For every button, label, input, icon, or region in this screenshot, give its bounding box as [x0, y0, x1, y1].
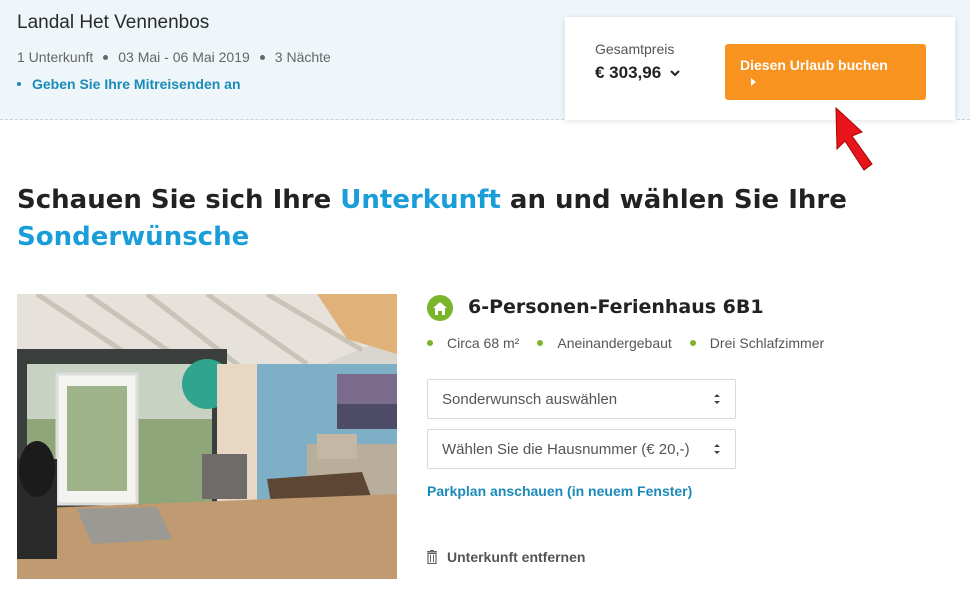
- select-arrows-icon: [714, 394, 720, 404]
- feature-item: Aneinandergebaut: [537, 335, 672, 351]
- travelers-link[interactable]: Geben Sie Ihre Mitreisenden an: [17, 76, 241, 92]
- bullet-dot: [427, 340, 433, 346]
- headline-highlight-accommodation: Unterkunft: [340, 185, 501, 215]
- headline-highlight-special-requests: Sonderwünsche: [17, 222, 250, 252]
- special-request-select-value[interactable]: Sonderwunsch auswählen: [442, 391, 617, 408]
- feature-type: Aneinandergebaut: [557, 335, 672, 351]
- feature-item: Drei Schlafzimmer: [689, 335, 825, 351]
- booking-meta: 1 Unterkunft 03 Mai - 06 Mai 2019 3 Näch…: [17, 49, 331, 65]
- house-icon: [427, 295, 453, 321]
- book-holiday-button[interactable]: Diesen Urlaub buchen: [725, 44, 926, 100]
- house-features: Circa 68 m² Aneinandergebaut Drei Schlaf…: [427, 335, 842, 351]
- headline-text-2: an und wählen Sie Ihre: [500, 185, 847, 215]
- house-title: 6-Personen-Ferienhaus 6B1: [468, 296, 764, 318]
- book-button-label[interactable]: Diesen Urlaub buchen: [740, 57, 888, 73]
- headline-text-1: Schauen Sie sich Ihre: [17, 185, 341, 215]
- total-price-toggle[interactable]: € 303,96: [595, 63, 681, 83]
- park-name: Landal Het Vennenbos: [17, 12, 210, 33]
- feature-size: Circa 68 m²: [447, 335, 520, 351]
- remove-accommodation-button[interactable]: Unterkunft entfernen: [426, 549, 585, 565]
- page-headline: Schauen Sie sich Ihre Unterkunft an und …: [17, 182, 897, 256]
- special-request-select[interactable]: Sonderwunsch auswählen: [427, 379, 736, 419]
- separator-dot: [103, 54, 109, 60]
- feature-bedrooms: Drei Schlafzimmer: [709, 335, 825, 351]
- play-arrow-icon: [751, 78, 756, 86]
- price-card: Gesamtpreis € 303,96 Diesen Urlaub buche…: [565, 17, 955, 120]
- booking-summary-bar: Landal Het Vennenbos 1 Unterkunft 03 Mai…: [0, 0, 970, 120]
- chevron-down-icon[interactable]: [669, 67, 681, 79]
- accommodation-count: 1 Unterkunft: [17, 49, 94, 65]
- park-map-link[interactable]: Parkplan anschauen (in neuem Fenster): [427, 483, 692, 499]
- total-price-value[interactable]: € 303,96: [595, 63, 661, 83]
- date-range: 03 Mai - 06 Mai 2019: [118, 49, 250, 65]
- remove-accommodation-label[interactable]: Unterkunft entfernen: [447, 549, 585, 565]
- travelers-link-label[interactable]: Geben Sie Ihre Mitreisenden an: [32, 76, 241, 92]
- bullet-dot: [689, 340, 696, 346]
- select-arrows-icon: [714, 444, 720, 454]
- red-pointer-arrow-icon: [835, 106, 873, 171]
- feature-item: Circa 68 m²: [427, 335, 519, 351]
- bullet-dot: [17, 82, 21, 86]
- house-number-select-value[interactable]: Wählen Sie die Hausnummer (€ 20,-): [442, 441, 690, 458]
- accommodation-photo: [17, 294, 397, 579]
- house-number-select[interactable]: Wählen Sie die Hausnummer (€ 20,-): [427, 429, 736, 469]
- bullet-dot: [537, 340, 544, 346]
- nights-count: 3 Nächte: [274, 49, 331, 65]
- separator-dot: [259, 54, 265, 60]
- total-price-label: Gesamtpreis: [595, 41, 675, 57]
- trash-icon[interactable]: [426, 550, 438, 564]
